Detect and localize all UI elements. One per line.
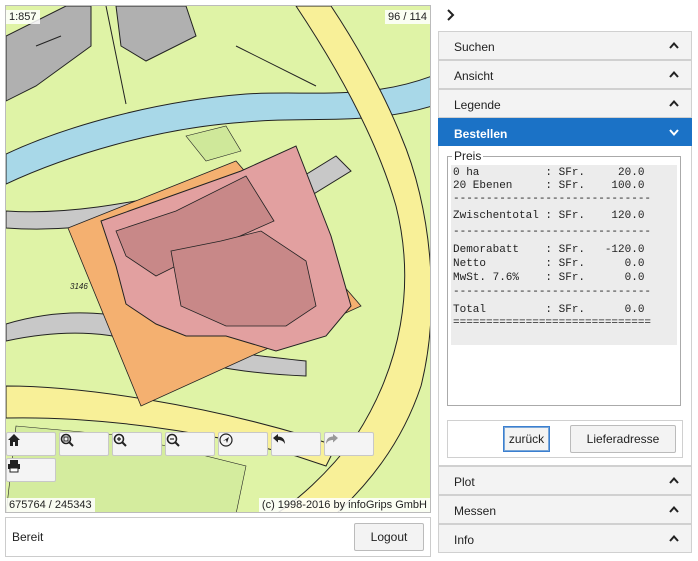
chevron-up-icon — [669, 535, 679, 542]
section-plot-label: Plot — [454, 475, 475, 489]
price-line: Zwischentotal : SFr. 120.0 — [453, 210, 645, 222]
zoom-out-button[interactable] — [165, 432, 215, 456]
zoom-out-icon — [166, 433, 180, 447]
map-coordinates: 675764 / 245343 — [6, 498, 95, 512]
price-line: 0 ha : SFr. 20.0 — [453, 167, 645, 179]
chevron-down-icon — [669, 129, 679, 136]
section-messen-label: Messen — [454, 504, 497, 518]
section-bestellen[interactable]: Bestellen — [438, 118, 692, 147]
zoom-extent-button[interactable] — [59, 432, 109, 456]
home-button[interactable] — [6, 432, 56, 456]
order-button-bar: zurück Lieferadresse — [447, 420, 683, 458]
map-copyright: (c) 1998-2016 by infoGrips GmbH — [258, 498, 430, 512]
chevron-up-icon — [669, 100, 679, 107]
section-ansicht-label: Ansicht — [454, 69, 494, 83]
home-icon — [8, 434, 20, 446]
map-view[interactable]: 3146 1:857 96 / 114 675764 / 245343 (c) … — [5, 5, 431, 513]
chevron-up-icon — [669, 42, 679, 49]
price-line: ------------------------------ — [453, 193, 652, 205]
print-icon — [8, 460, 20, 473]
back-button[interactable]: zurück — [504, 427, 549, 451]
status-text: Bereit — [12, 530, 44, 544]
logout-button[interactable]: Logout — [354, 523, 424, 551]
price-line: 20 Ebenen : SFr. 100.0 — [453, 180, 645, 192]
price-line: Netto : SFr. 0.0 — [453, 258, 645, 270]
locate-button[interactable] — [218, 432, 268, 456]
delivery-address-button[interactable]: Lieferadresse — [570, 425, 676, 453]
chevron-up-icon — [669, 477, 679, 484]
section-plot[interactable]: Plot — [438, 466, 692, 495]
chevron-right-icon[interactable] — [446, 8, 456, 22]
price-line: ------------------------------ — [453, 226, 652, 238]
print-button[interactable] — [6, 458, 56, 482]
section-legende[interactable]: Legende — [438, 89, 692, 118]
price-table: 0 ha : SFr. 20.0 20 Ebenen : SFr. 100.0 … — [451, 165, 677, 345]
undo-button[interactable] — [271, 432, 321, 456]
price-line: Total : SFr. 0.0 — [453, 304, 645, 316]
price-line: Demorabatt : SFr. -120.0 — [453, 244, 645, 256]
section-bestellen-label: Bestellen — [454, 127, 508, 141]
section-suchen[interactable]: Suchen — [438, 31, 692, 60]
zoom-extent-icon — [60, 433, 74, 447]
redo-button[interactable] — [324, 432, 374, 456]
map-page-counter: 96 / 114 — [385, 10, 430, 24]
bestellen-panel: Preis 0 ha : SFr. 20.0 20 Ebenen : SFr. … — [438, 146, 692, 466]
price-line: ============================== — [453, 317, 652, 329]
price-legend: Preis — [452, 149, 484, 163]
status-bar: Bereit Logout — [5, 517, 431, 557]
price-line: ------------------------------ — [453, 286, 652, 298]
section-suchen-label: Suchen — [454, 40, 495, 54]
redo-icon — [326, 434, 338, 444]
section-ansicht[interactable]: Ansicht — [438, 60, 692, 89]
locate-icon — [219, 433, 233, 447]
undo-icon — [273, 434, 285, 444]
price-line: MwSt. 7.6% : SFr. 0.0 — [453, 272, 645, 284]
chevron-up-icon — [669, 506, 679, 513]
section-messen[interactable]: Messen — [438, 495, 692, 524]
price-fieldset: Preis 0 ha : SFr. 20.0 20 Ebenen : SFr. … — [447, 149, 681, 406]
map-scale: 1:857 — [6, 10, 40, 24]
section-info-label: Info — [454, 533, 475, 547]
parcel-number-label: 3146 — [70, 282, 88, 291]
zoom-in-icon — [113, 433, 127, 447]
chevron-up-icon — [669, 71, 679, 78]
section-info[interactable]: Info — [438, 524, 692, 553]
zoom-in-button[interactable] — [112, 432, 162, 456]
section-legende-label: Legende — [454, 98, 501, 112]
